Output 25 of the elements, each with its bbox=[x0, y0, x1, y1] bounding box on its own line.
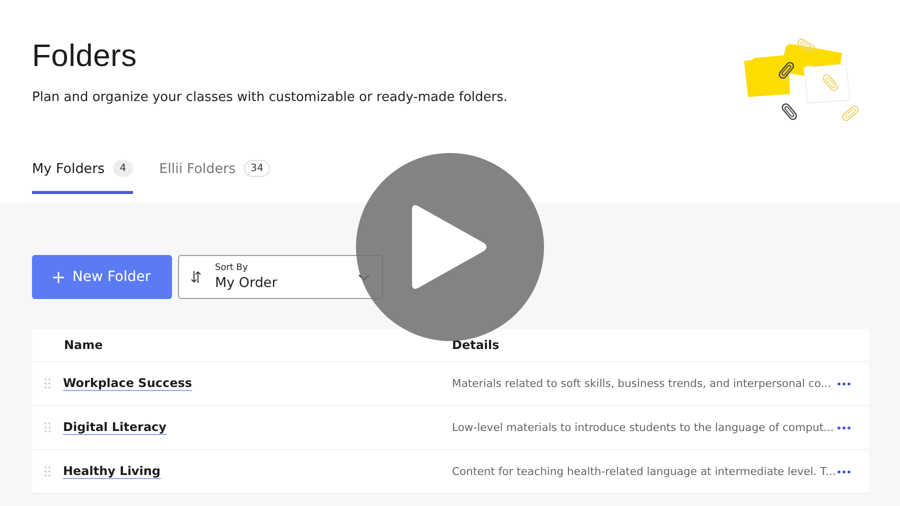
drag-handle-icon[interactable] bbox=[44, 422, 51, 433]
plus-icon bbox=[53, 272, 64, 282]
sort-label: Sort By bbox=[215, 263, 249, 273]
folder-tab[interactable]: My Folders 4 bbox=[32, 159, 134, 194]
drag-handle-icon[interactable] bbox=[44, 466, 51, 477]
folder-details: Materials related to soft skills, business trends, and interpersonal co... bbox=[452, 377, 832, 390]
count-badge: 34 bbox=[244, 160, 270, 177]
folder-link[interactable]: Digital Literacy bbox=[63, 420, 166, 435]
page-title: Folders bbox=[32, 38, 138, 74]
new-folder-button[interactable]: New Folder bbox=[32, 255, 172, 299]
sort-icon bbox=[191, 271, 201, 283]
folder-tab[interactable]: Ellii Folders 34 bbox=[159, 159, 270, 194]
page-subtitle: Plan and organize your classes with customizable or ready-made folders. bbox=[32, 90, 509, 105]
column-header: Details bbox=[452, 338, 500, 352]
folder-details: Content for teaching health-related language at intermediate level. T... bbox=[452, 465, 836, 478]
column-header: Name bbox=[63, 338, 104, 352]
more-icon[interactable] bbox=[837, 382, 851, 386]
drag-handle-icon[interactable] bbox=[44, 378, 51, 389]
folder-link[interactable]: Workplace Success bbox=[63, 376, 192, 391]
more-icon[interactable] bbox=[837, 470, 851, 474]
folder-link[interactable]: Healthy Living bbox=[63, 464, 160, 479]
sort-value: My Order bbox=[215, 275, 278, 291]
folder-details: Low-level materials to introduce students to the language of comput... bbox=[452, 421, 834, 434]
more-icon[interactable] bbox=[837, 426, 851, 430]
count-badge: 4 bbox=[112, 160, 134, 177]
